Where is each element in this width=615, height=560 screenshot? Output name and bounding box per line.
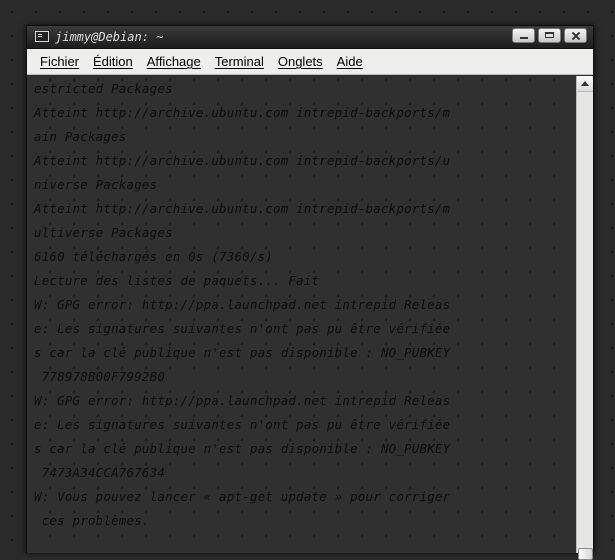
terminal-line: ain Packages: [34, 129, 127, 144]
menu-fichier[interactable]: Fichier: [33, 54, 86, 69]
terminal-line: Lecture des listes de paquets... Fait: [34, 273, 320, 288]
menu-terminal[interactable]: Terminal: [208, 54, 271, 69]
terminal-line: W: Vous pouvez lancer « apt-get update »…: [34, 489, 451, 504]
terminal-icon: [35, 31, 49, 42]
menu-affichage[interactable]: Affichage: [140, 54, 208, 69]
maximize-button[interactable]: [538, 28, 561, 43]
terminal-line: niverse Packages: [34, 177, 158, 192]
terminal-line: s car la clé publique n'est pas disponib…: [34, 345, 451, 360]
menu-bar: Fichier Édition Affichage Terminal Ongle…: [27, 49, 593, 75]
terminal-line: W: GPG error: http://ppa.launchpad.net i…: [34, 393, 451, 408]
menu-aide[interactable]: Aide: [330, 54, 370, 69]
terminal-line: e: Les signatures suivantes n'ont pas pu…: [34, 417, 451, 432]
menu-edition[interactable]: Édition: [86, 54, 140, 69]
terminal-line: Atteint http://archive.ubuntu.com intrep…: [34, 153, 451, 168]
terminal-line: Atteint http://archive.ubuntu.com intrep…: [34, 105, 451, 120]
terminal-line: e: Les signatures suivantes n'ont pas pu…: [34, 321, 451, 336]
terminal-line: W: GPG error: http://ppa.launchpad.net i…: [34, 297, 451, 312]
close-button[interactable]: [564, 28, 587, 43]
terminal-output[interactable]: estricted Packages Atteint http://archive…: [27, 76, 576, 553]
terminal-line: ces problèmes.: [34, 513, 150, 528]
terminal-line: Atteint http://archive.ubuntu.com intrep…: [34, 201, 451, 216]
terminal-line: 778978B00F7992B0: [34, 369, 166, 384]
menu-onglets[interactable]: Onglets: [271, 54, 330, 69]
minimize-button[interactable]: [512, 28, 535, 43]
terminal-line: 6160 téléchargés en 0s (7360/s): [34, 249, 274, 264]
terminal-window: jimmy@Debian: ~ Fichier Édition Affichag…: [26, 25, 594, 560]
terminal-line: 7473A34CCA767634: [34, 465, 166, 480]
window-title: jimmy@Debian: ~: [55, 30, 164, 44]
scrollbar-thumb[interactable]: [578, 548, 593, 560]
title-bar[interactable]: jimmy@Debian: ~: [27, 26, 593, 49]
terminal-line: s car la clé publique n'est pas disponib…: [34, 441, 451, 456]
window-controls: [512, 28, 587, 43]
vertical-scrollbar[interactable]: [576, 76, 593, 560]
terminal-line: estricted Packages: [34, 81, 173, 96]
arrow-up-icon[interactable]: [577, 76, 593, 92]
terminal-line: ultiverse Packages: [34, 225, 173, 240]
